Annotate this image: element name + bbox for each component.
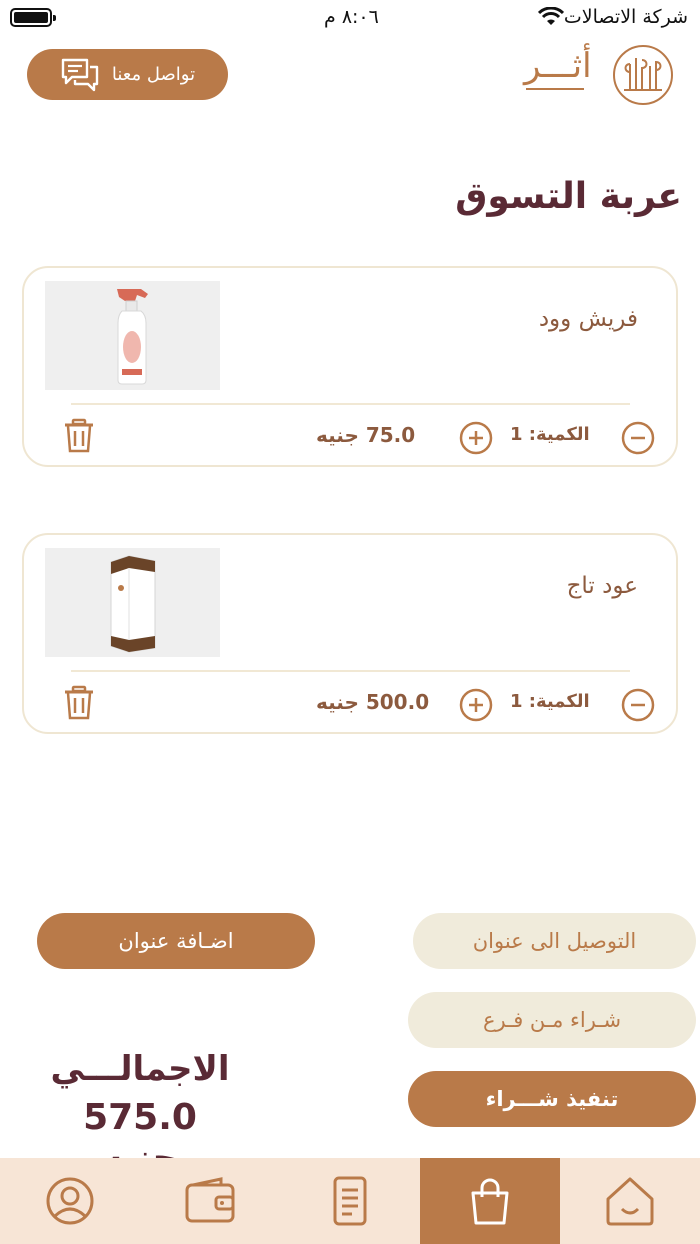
chat-icon <box>61 58 99 91</box>
item-price: 75.0 جنيه <box>316 423 416 447</box>
brand-logo: أثـــر <box>522 44 674 106</box>
buy-from-branch-button[interactable]: شـراء مـن فـرع <box>408 992 696 1048</box>
clock: ٨:٠٦ م <box>324 6 379 28</box>
nav-cart[interactable] <box>420 1158 560 1244</box>
checkout-label: تنفيذ شـــراء <box>485 1087 619 1111</box>
cart-item: عود تاج 500.0 جنيه الكمية: 1 <box>22 533 678 734</box>
bottom-navigation <box>0 1158 700 1244</box>
buy-from-branch-label: شـراء مـن فـرع <box>482 1008 622 1032</box>
logo-emblem-icon <box>613 45 673 105</box>
item-quantity: الكمية: 1 <box>510 691 590 712</box>
cart-item: فريش وود 75.0 جنيه الكمية: 1 <box>22 266 678 467</box>
carrier-label: شركة الاتصالات <box>563 6 688 28</box>
product-image <box>45 281 220 390</box>
nav-wallet[interactable] <box>140 1158 280 1244</box>
perfume-box-icon <box>45 548 220 657</box>
deliver-to-address-label: التوصيل الى عنوان <box>472 929 637 953</box>
wifi-icon <box>538 7 564 25</box>
nav-profile[interactable] <box>0 1158 140 1244</box>
item-divider <box>71 670 630 672</box>
home-icon <box>606 1177 654 1226</box>
contact-us-label: تواصل معنا <box>111 64 196 85</box>
add-address-button[interactable]: اضـافة عنوان <box>37 913 315 969</box>
minus-circle-icon[interactable] <box>621 688 655 722</box>
logo-text: أثـــر <box>524 46 592 86</box>
item-divider <box>71 403 630 405</box>
status-bar: شركة الاتصالات ٨:٠٦ م <box>0 0 700 36</box>
battery-icon <box>10 8 56 27</box>
nav-orders[interactable] <box>280 1158 420 1244</box>
wallet-icon <box>185 1177 235 1223</box>
trash-icon[interactable] <box>63 418 95 454</box>
orders-icon <box>333 1176 367 1226</box>
trash-icon[interactable] <box>63 685 95 721</box>
item-price: 500.0 جنيه <box>316 690 430 714</box>
page-title: عربة التسوق <box>455 176 682 217</box>
profile-icon <box>46 1177 94 1225</box>
item-quantity: الكمية: 1 <box>510 424 590 445</box>
product-image <box>45 548 220 657</box>
cart-bag-icon <box>471 1178 509 1225</box>
product-name: فريش وود <box>538 306 638 332</box>
checkout-button[interactable]: تنفيذ شـــراء <box>408 1071 696 1127</box>
deliver-to-address-button[interactable]: التوصيل الى عنوان <box>413 913 696 969</box>
spray-bottle-icon <box>45 281 220 390</box>
add-address-label: اضـافة عنوان <box>118 929 234 953</box>
total-label: الاجمالـــي <box>50 1049 230 1089</box>
plus-circle-icon[interactable] <box>459 688 493 722</box>
product-name: عود تاج <box>566 573 638 599</box>
contact-us-button[interactable]: تواصل معنا <box>27 49 228 100</box>
logo-underline <box>526 88 584 90</box>
minus-circle-icon[interactable] <box>621 421 655 455</box>
plus-circle-icon[interactable] <box>459 421 493 455</box>
nav-home[interactable] <box>560 1158 700 1244</box>
